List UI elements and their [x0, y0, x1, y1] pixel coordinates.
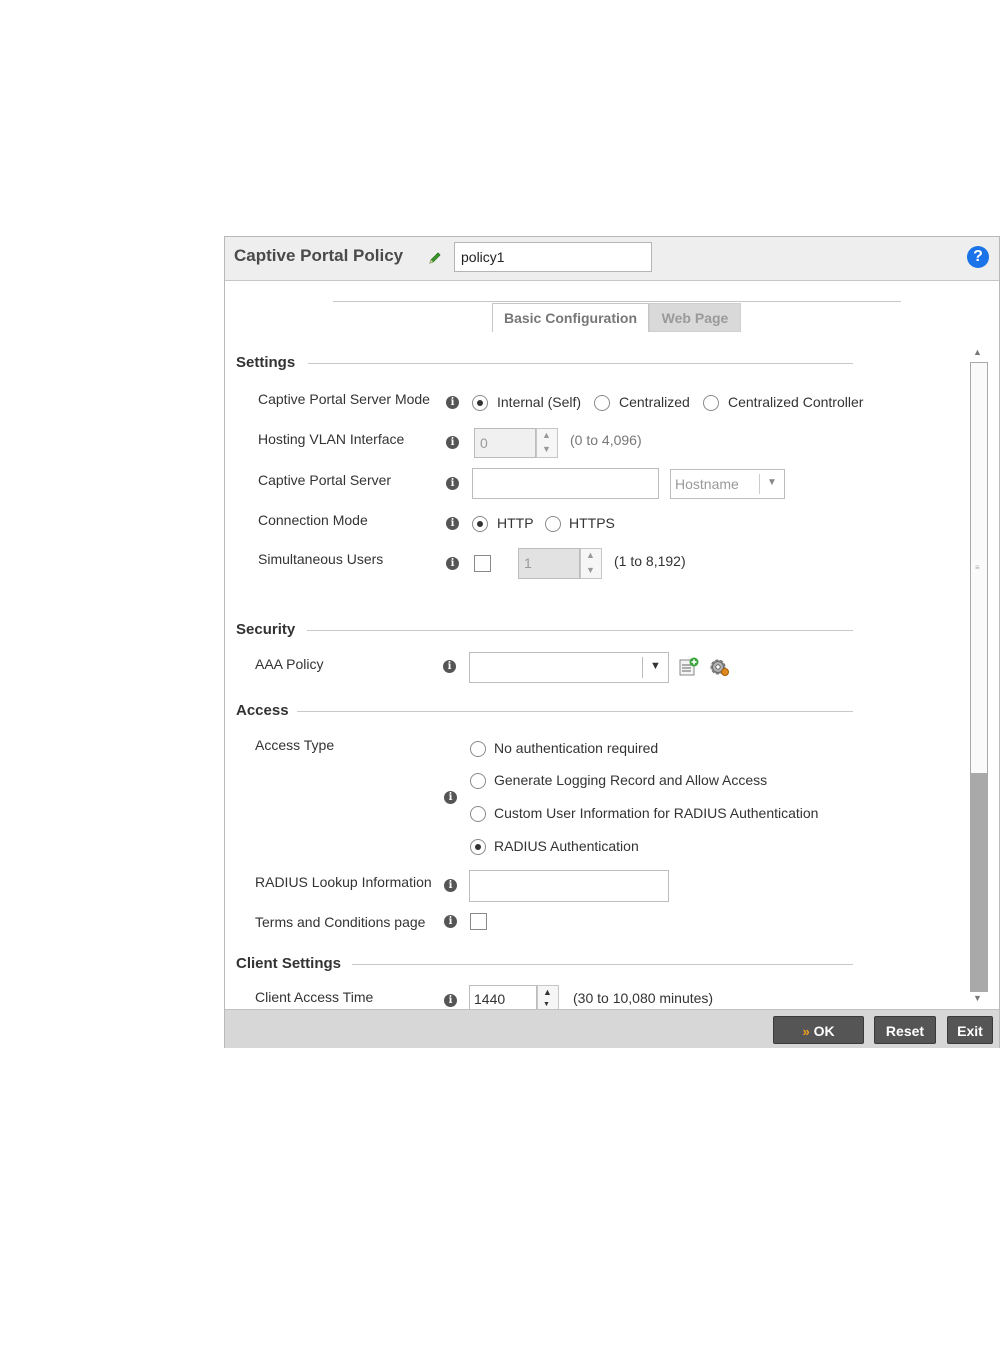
- info-icon[interactable]: i: [446, 396, 459, 409]
- tab-web-page[interactable]: Web Page: [649, 303, 741, 332]
- info-icon[interactable]: i: [444, 994, 457, 1007]
- radius-lookup-label: RADIUS Lookup Information: [255, 874, 432, 890]
- radius-lookup-input[interactable]: [469, 870, 669, 902]
- arrow-down-icon[interactable]: ▼: [542, 444, 551, 454]
- section-settings-title: Settings: [236, 354, 296, 371]
- info-icon[interactable]: i: [446, 517, 459, 530]
- info-icon[interactable]: i: [446, 557, 459, 570]
- terms-conditions-checkbox[interactable]: [470, 913, 487, 930]
- help-icon[interactable]: ?: [967, 246, 989, 268]
- radio-https[interactable]: [545, 516, 561, 532]
- connection-mode-label: Connection Mode: [258, 512, 368, 528]
- section-client-settings-title: Client Settings: [236, 955, 342, 972]
- radio-custom-user-information[interactable]: [470, 806, 486, 822]
- radio-internal-self[interactable]: [472, 395, 488, 411]
- radio-https-label: HTTPS: [569, 515, 615, 531]
- radio-http[interactable]: [472, 516, 488, 532]
- section-divider: [308, 363, 853, 364]
- panel-footer: » OK Reset Exit: [225, 1009, 999, 1048]
- radio-no-authentication[interactable]: [470, 741, 486, 757]
- simultaneous-users-stepper[interactable]: ▲ ▼: [580, 548, 602, 579]
- arrow-down-icon[interactable]: ▼: [586, 565, 595, 575]
- terms-conditions-label: Terms and Conditions page: [255, 914, 426, 930]
- radio-centralized-controller[interactable]: [703, 395, 719, 411]
- radio-http-label: HTTP: [497, 515, 534, 531]
- simultaneous-users-label: Simultaneous Users: [258, 551, 384, 567]
- client-access-time-input[interactable]: 1440: [469, 985, 537, 1009]
- info-icon[interactable]: i: [446, 477, 459, 490]
- grip-icon: ≡: [975, 563, 980, 572]
- simultaneous-users-input[interactable]: 1: [518, 548, 580, 579]
- scrollbar-thumb[interactable]: ≡: [970, 362, 988, 774]
- info-icon[interactable]: i: [444, 915, 457, 928]
- radio-generate-logging-record-label: Generate Logging Record and Allow Access: [494, 772, 768, 788]
- info-icon[interactable]: i: [444, 879, 457, 892]
- hosting-vlan-stepper[interactable]: ▲ ▼: [536, 428, 558, 458]
- server-mode-label: Captive Portal Server Mode: [258, 391, 430, 407]
- radio-centralized-controller-label: Centralized Controller: [728, 394, 864, 410]
- client-access-time-range: (30 to 10,080 minutes): [573, 990, 714, 1006]
- radio-radius-authentication[interactable]: [470, 839, 486, 855]
- portal-server-type-select[interactable]: Hostname ▼: [670, 469, 785, 499]
- ok-button[interactable]: » OK: [773, 1016, 864, 1044]
- access-type-label: Access Type: [255, 737, 335, 753]
- radio-radius-authentication-label: RADIUS Authentication: [494, 838, 639, 854]
- scroll-up-icon[interactable]: ▲: [973, 347, 982, 357]
- radio-no-authentication-label: No authentication required: [494, 740, 659, 756]
- edit-pencil-icon[interactable]: [428, 251, 442, 265]
- info-icon[interactable]: i: [444, 791, 457, 804]
- double-chevron-right-icon: »: [802, 1024, 810, 1039]
- info-icon[interactable]: i: [443, 660, 456, 673]
- simultaneous-users-checkbox[interactable]: [474, 555, 491, 572]
- arrow-up-icon[interactable]: ▲: [542, 430, 551, 440]
- portal-server-input[interactable]: [472, 468, 659, 499]
- hosting-vlan-range: (0 to 4,096): [570, 432, 642, 448]
- radio-centralized[interactable]: [594, 395, 610, 411]
- captive-portal-policy-panel: Captive Portal Policy ? Basic Configurat…: [224, 236, 1000, 1048]
- section-access-title: Access: [236, 702, 289, 719]
- arrow-up-icon[interactable]: ▲: [543, 987, 552, 997]
- arrow-up-icon[interactable]: ▲: [586, 550, 595, 560]
- aaa-policy-label: AAA Policy: [255, 656, 324, 672]
- add-policy-icon[interactable]: [679, 657, 699, 677]
- section-security-title: Security: [236, 621, 296, 638]
- reset-button[interactable]: Reset: [874, 1016, 936, 1044]
- arrow-down-icon[interactable]: ▼: [543, 1001, 550, 1008]
- info-icon[interactable]: i: [446, 436, 459, 449]
- hosting-vlan-label: Hosting VLAN Interface: [258, 431, 405, 447]
- policy-name-input[interactable]: [454, 242, 652, 272]
- page-title: Captive Portal Policy: [234, 246, 404, 265]
- radio-custom-user-information-label: Custom User Information for RADIUS Authe…: [494, 805, 819, 821]
- client-access-time-label: Client Access Time: [255, 989, 374, 1005]
- chevron-down-icon: ▼: [767, 477, 777, 488]
- scrollbar-lower-track[interactable]: [970, 774, 988, 992]
- section-divider: [352, 964, 853, 965]
- scroll-down-icon[interactable]: ▼: [973, 993, 982, 1003]
- simultaneous-users-range: (1 to 8,192): [614, 553, 686, 569]
- radio-internal-self-label: Internal (Self): [497, 394, 582, 410]
- panel-header: Captive Portal Policy ?: [225, 237, 999, 281]
- gear-icon[interactable]: [708, 656, 730, 678]
- aaa-policy-select[interactable]: ▼: [469, 652, 669, 683]
- chevron-down-icon: ▼: [650, 660, 661, 672]
- tab-basic-configuration[interactable]: Basic Configuration: [492, 303, 649, 332]
- radio-centralized-label: Centralized: [619, 394, 690, 410]
- exit-button[interactable]: Exit: [947, 1016, 993, 1044]
- section-divider: [307, 630, 853, 631]
- radio-generate-logging-record[interactable]: [470, 773, 486, 789]
- section-divider: [297, 711, 853, 712]
- tab-divider: [333, 301, 901, 302]
- portal-server-label: Captive Portal Server: [258, 472, 392, 488]
- client-access-time-stepper[interactable]: ▲ ▼: [537, 985, 559, 1009]
- hosting-vlan-input[interactable]: 0: [474, 428, 536, 458]
